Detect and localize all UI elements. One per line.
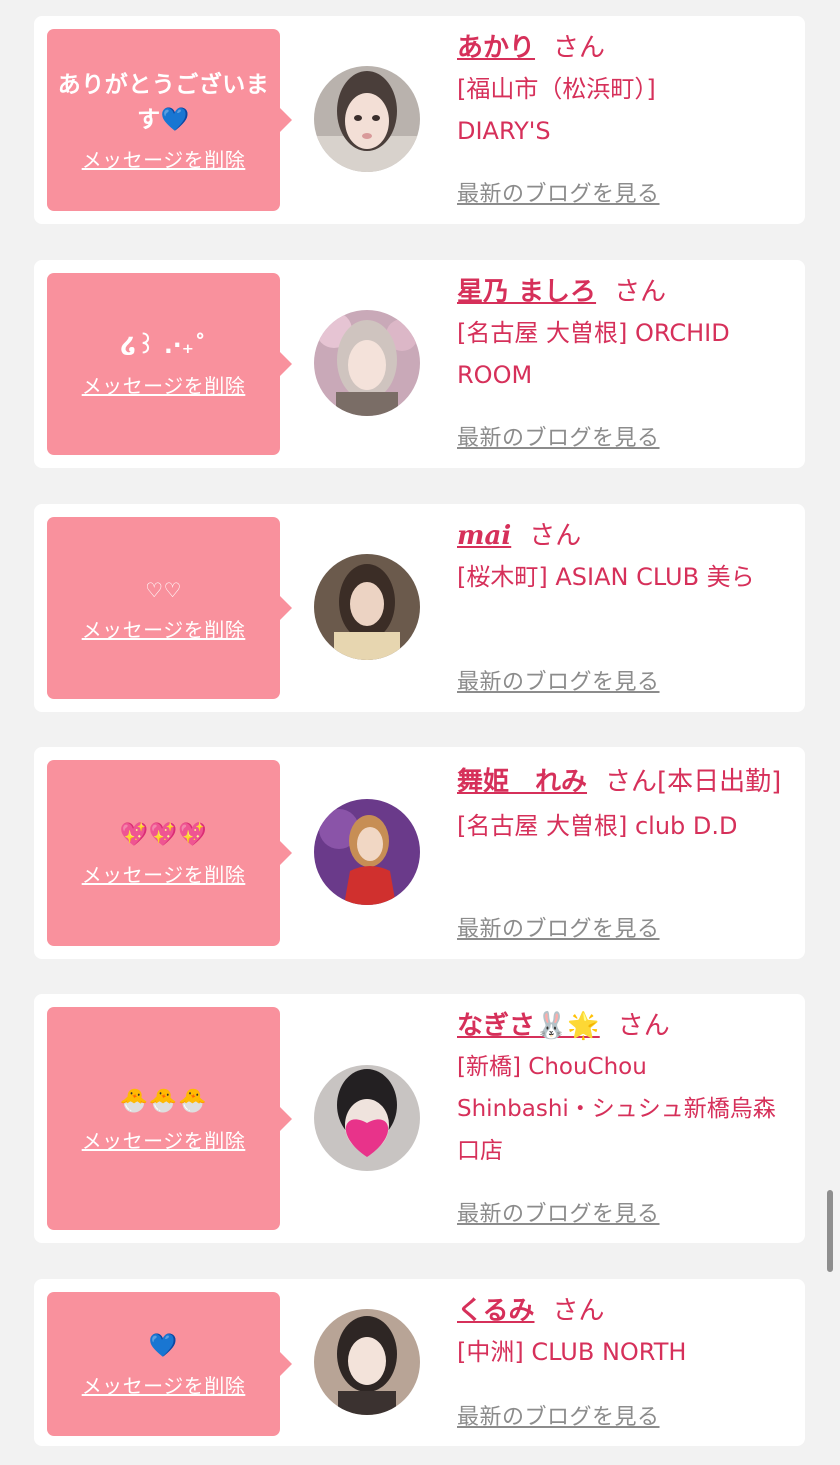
cast-info: 舞姫 れみ さん[本日出勤] [名古屋 大曽根] club D.D bbox=[457, 759, 787, 847]
shop-name: [福山市（松浜町）] DIARY'S bbox=[457, 75, 656, 145]
honorific: さん bbox=[605, 767, 658, 797]
cast-name-link[interactable]: mai bbox=[457, 521, 511, 551]
favorite-card: ໒꒱ .‧₊˚ メッセージを削除 星乃 ましろ さん [名古屋 大曽根] ORCH… bbox=[34, 260, 805, 468]
delete-message-link[interactable]: メッセージを削除 bbox=[82, 1125, 246, 1154]
latest-blog-link[interactable]: 最新のブログを見る bbox=[457, 420, 660, 452]
delete-message-link[interactable]: メッセージを削除 bbox=[82, 370, 246, 399]
delete-message-link[interactable]: メッセージを削除 bbox=[82, 859, 246, 888]
message-bubble: 🐣🐣🐣 メッセージを削除 bbox=[47, 1007, 292, 1230]
avatar[interactable] bbox=[314, 66, 420, 172]
message-bubble: ありがとうございます💙 メッセージを削除 bbox=[47, 29, 292, 211]
favorite-card: 💙 メッセージを削除 くるみ さん [中洲] CLUB NORTH 最新のブログを… bbox=[34, 1279, 805, 1446]
delete-message-link[interactable]: メッセージを削除 bbox=[82, 1370, 246, 1399]
latest-blog-link[interactable]: 最新のブログを見る bbox=[457, 1399, 660, 1431]
message-bubble: 💖💖💖 メッセージを削除 bbox=[47, 760, 292, 946]
shop-name: [名古屋 大曽根] club D.D bbox=[457, 812, 738, 840]
shop-name: [桜木町] ASIAN CLUB 美ら bbox=[457, 563, 755, 591]
latest-blog-link[interactable]: 最新のブログを見る bbox=[457, 176, 660, 208]
message-text: 💖💖💖 bbox=[119, 822, 208, 848]
cast-info: 星乃 ましろ さん [名古屋 大曽根] ORCHID ROOM bbox=[457, 272, 787, 396]
message-text: ♡♡ bbox=[145, 578, 182, 602]
cast-info: あかり さん [福山市（松浜町）] DIARY'S bbox=[457, 28, 787, 152]
honorific: さん bbox=[614, 277, 667, 307]
cast-info: mai さん [桜木町] ASIAN CLUB 美ら bbox=[457, 516, 787, 598]
message-bubble: ໒꒱ .‧₊˚ メッセージを削除 bbox=[47, 273, 292, 455]
latest-blog-link[interactable]: 最新のブログを見る bbox=[457, 1196, 660, 1228]
honorific: さん bbox=[552, 1296, 605, 1326]
message-text: 🐣🐣🐣 bbox=[119, 1087, 208, 1114]
cast-name-link[interactable]: あかり bbox=[457, 33, 535, 63]
scrollbar[interactable] bbox=[827, 1190, 833, 1272]
message-text: 💙 bbox=[148, 1333, 179, 1359]
shop-name: [中洲] CLUB NORTH bbox=[457, 1338, 687, 1366]
cast-name-link[interactable]: 星乃 ましろ bbox=[457, 277, 596, 307]
honorific: さん bbox=[529, 521, 582, 551]
message-text: ありがとうございます💙 bbox=[57, 71, 270, 133]
cast-name-link[interactable]: なぎさ🐰🌟 bbox=[457, 1011, 600, 1041]
delete-message-link[interactable]: メッセージを削除 bbox=[82, 614, 246, 643]
avatar[interactable] bbox=[314, 1309, 420, 1415]
message-bubble: 💙 メッセージを削除 bbox=[47, 1292, 292, 1436]
latest-blog-link[interactable]: 最新のブログを見る bbox=[457, 911, 660, 943]
favorite-card: ♡♡ メッセージを削除 mai さん [桜木町] ASIAN CLUB 美ら 最新… bbox=[34, 504, 805, 712]
honorific: さん bbox=[553, 33, 606, 63]
cast-info: なぎさ🐰🌟 さん [新橋] ChouChou Shinbashi・シュシュ新橋烏森… bbox=[457, 1006, 787, 1172]
avatar[interactable] bbox=[314, 310, 420, 416]
favorite-card: ありがとうございます💙 メッセージを削除 あかり さん [福山市（松浜町）] DI… bbox=[34, 16, 805, 224]
avatar[interactable] bbox=[314, 1065, 420, 1171]
favorite-card: 💖💖💖 メッセージを削除 舞姫 れみ さん[本日出勤] [名古屋 大曽根] clu… bbox=[34, 747, 805, 959]
cast-info: くるみ さん [中洲] CLUB NORTH bbox=[457, 1291, 787, 1373]
honorific: さん bbox=[617, 1011, 670, 1041]
avatar[interactable] bbox=[314, 554, 420, 660]
shop-name: [新橋] ChouChou Shinbashi・シュシュ新橋烏森口店 bbox=[457, 1054, 776, 1164]
cast-name-link[interactable]: 舞姫 れみ bbox=[457, 767, 587, 797]
latest-blog-link[interactable]: 最新のブログを見る bbox=[457, 664, 660, 696]
delete-message-link[interactable]: メッセージを削除 bbox=[82, 144, 246, 173]
message-bubble: ♡♡ メッセージを削除 bbox=[47, 517, 292, 699]
favorite-card: 🐣🐣🐣 メッセージを削除 なぎさ🐰🌟 さん [新橋] ChouChou Shinb… bbox=[34, 994, 805, 1243]
shop-name: [名古屋 大曽根] ORCHID ROOM bbox=[457, 319, 730, 389]
cast-status: [本日出勤] bbox=[657, 767, 782, 797]
message-text: ໒꒱ .‧₊˚ bbox=[120, 333, 207, 359]
avatar[interactable] bbox=[314, 799, 420, 905]
cast-name-link[interactable]: くるみ bbox=[457, 1296, 534, 1326]
